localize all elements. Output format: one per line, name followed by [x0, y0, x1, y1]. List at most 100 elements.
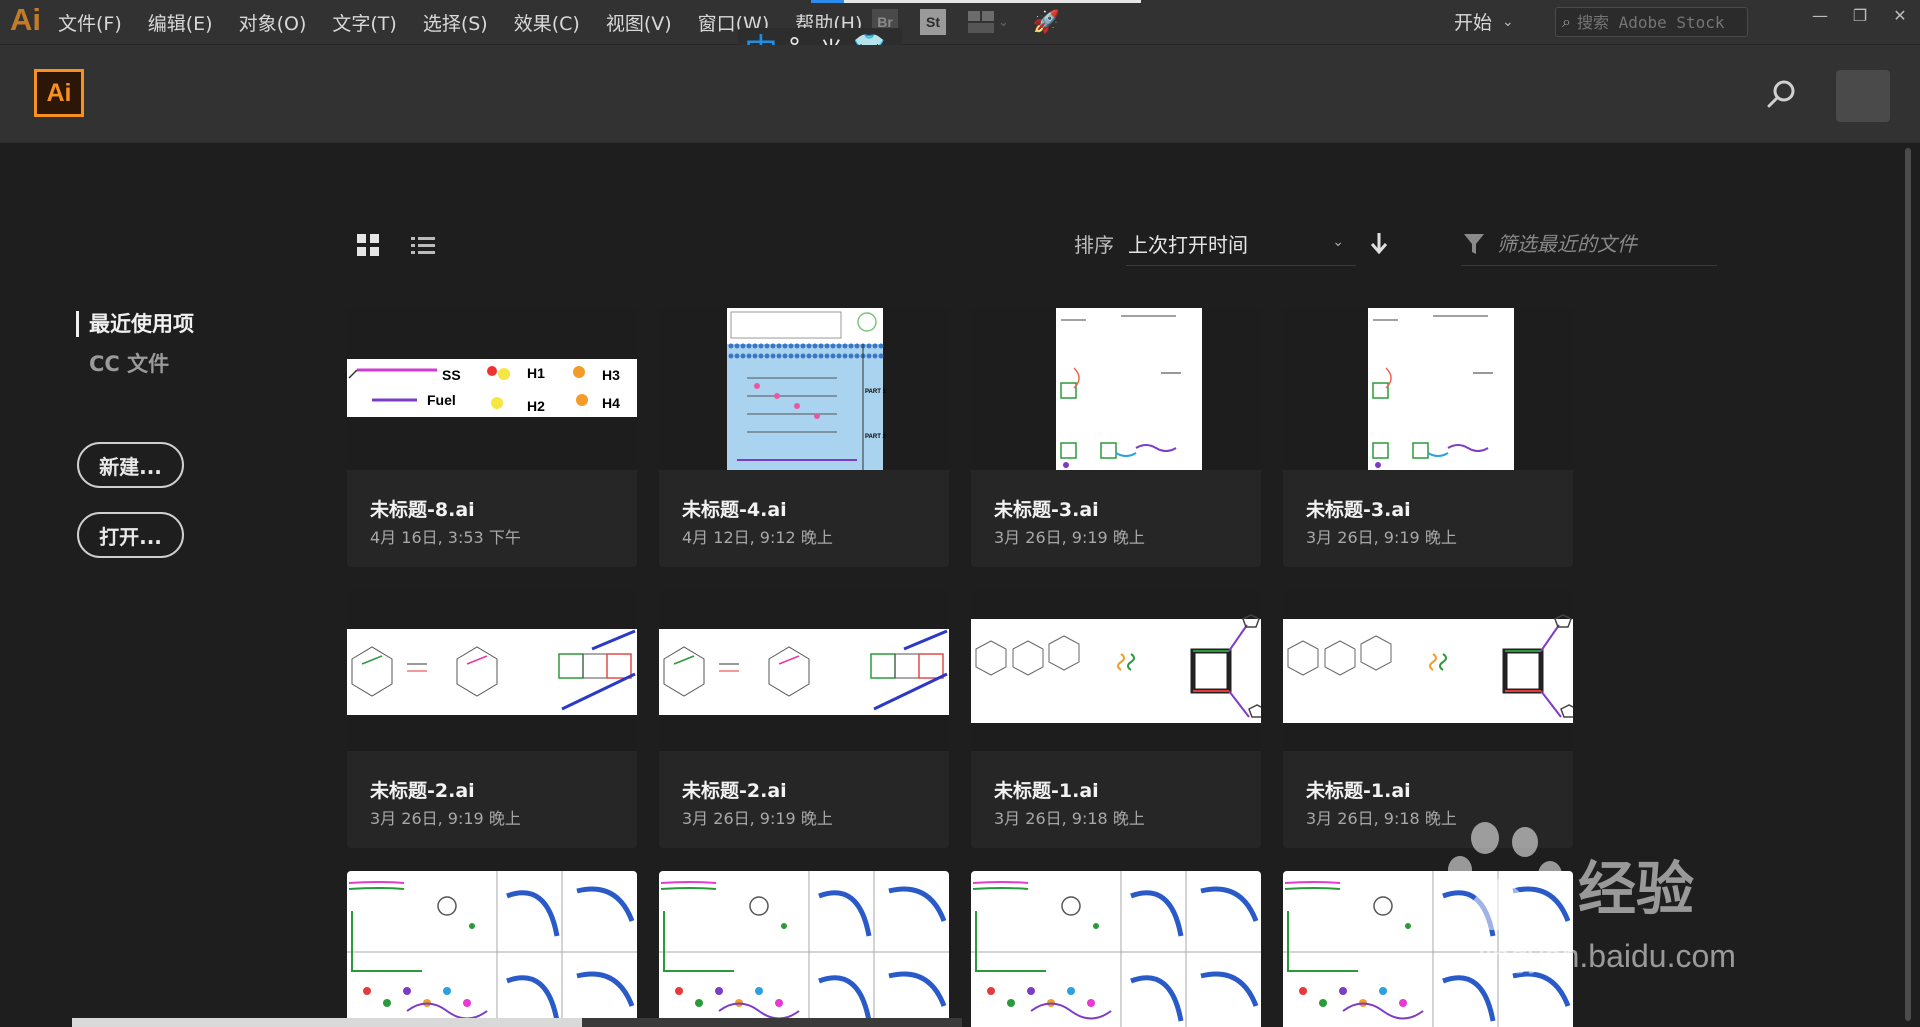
restore-button[interactable]: ❐ [1840, 0, 1880, 30]
vertical-scrollbar[interactable] [1905, 148, 1913, 1021]
filter-input[interactable] [1497, 230, 1707, 258]
file-date: 3月 26日, 9:18 晚上 [994, 809, 1145, 828]
thumb-label: PART 2 [865, 434, 887, 440]
file-card[interactable] [1283, 871, 1573, 1027]
thumb-label: Fuel [427, 392, 456, 408]
file-thumbnail[interactable] [971, 589, 1261, 751]
file-date: 3月 26日, 9:19 晚上 [1306, 528, 1457, 547]
sidebar: 最近使用项 CC 文件 新建... 打开... [0, 143, 320, 1027]
file-name: 未标题-1.ai [994, 780, 1099, 802]
avatar[interactable] [1836, 70, 1890, 122]
thumb-label: H3 [602, 367, 620, 383]
thumbnail-artwork [971, 871, 1261, 1027]
filter-icon [1464, 234, 1484, 254]
thumbnail-artwork [347, 871, 637, 1027]
menu-file[interactable]: 文件(F) [58, 9, 122, 36]
file-card[interactable]: 未标题-2.ai 3月 26日, 9:19 晚上 [347, 589, 637, 848]
thumbnail-artwork [347, 629, 637, 715]
search-icon: ⌕ [1562, 12, 1571, 31]
sort-dropdown[interactable]: 上次打开时间 ⌄ [1126, 222, 1356, 266]
file-name: 未标题-3.ai [994, 499, 1099, 521]
sort-value: 上次打开时间 [1128, 233, 1248, 257]
file-card[interactable]: SS H1 H3 Fuel H2 H4 未标题-8.ai 4月 16日, 3:53 下午 [347, 308, 637, 567]
file-card[interactable]: 未标题-2.ai 3月 26日, 9:19 晚上 [659, 589, 949, 848]
file-name: 未标题-2.ai [370, 780, 475, 802]
watermark-brand: 经验 [1578, 857, 1695, 922]
file-name: 未标题-1.ai [1306, 780, 1411, 802]
illustrator-logo: Ai [34, 69, 84, 117]
file-name: 未标题-2.ai [682, 780, 787, 802]
close-button[interactable]: ✕ [1880, 0, 1920, 30]
chevron-down-icon[interactable]: ⌄ [998, 15, 1009, 30]
thumbnail-artwork [971, 614, 1261, 723]
file-date: 3月 26日, 9:19 晚上 [370, 809, 521, 828]
gpu-performance-icon[interactable]: 🚀 [1033, 10, 1060, 35]
arrange-documents-icon[interactable] [968, 11, 994, 33]
minimize-button[interactable]: — [1800, 0, 1840, 30]
menu-bar: Ai 文件(F) 编辑(E) 对象(O) 文字(T) 选择(S) 效果(C) 视… [0, 0, 1920, 45]
thumbnail-artwork [1368, 308, 1514, 470]
chevron-down-icon: ⌄ [1502, 13, 1514, 30]
menu-view[interactable]: 视图(V) [606, 9, 672, 36]
stock-button[interactable]: St [920, 9, 946, 35]
file-card[interactable] [347, 871, 637, 1027]
thumbnail-artwork [659, 871, 949, 1027]
file-thumbnail[interactable] [659, 589, 949, 751]
file-name: 未标题-4.ai [682, 499, 787, 521]
workspace-switcher[interactable]: 开始 ⌄ [1454, 8, 1514, 35]
new-button[interactable]: 新建... [77, 442, 184, 488]
thumbnail-artwork [1283, 871, 1573, 1027]
window-controls: — ❐ ✕ [1800, 0, 1920, 30]
file-card[interactable]: 未标题-1.ai 3月 26日, 9:18 晚上 [971, 589, 1261, 848]
filter-box [1461, 222, 1717, 266]
file-thumbnail[interactable] [971, 871, 1261, 1027]
file-thumbnail[interactable] [971, 308, 1261, 470]
file-card[interactable] [659, 871, 949, 1027]
file-card[interactable] [971, 871, 1261, 1027]
stock-search-input[interactable] [1576, 12, 1727, 32]
file-card[interactable]: PART 1 PART 2 未标题-4.ai 4月 12日, 9:12 晚上 [659, 308, 949, 567]
file-thumbnail[interactable] [1283, 589, 1573, 751]
download-progress-bar [811, 0, 1141, 3]
file-thumbnail[interactable] [659, 871, 949, 1027]
menu-object[interactable]: 对象(O) [239, 9, 307, 36]
menu-type[interactable]: 文字(T) [332, 9, 396, 36]
nav-cc-files[interactable]: CC 文件 [89, 348, 169, 378]
file-thumbnail[interactable]: PART 1 PART 2 [659, 308, 949, 470]
thumbnail-artwork [1283, 614, 1573, 723]
menu-edit[interactable]: 编辑(E) [148, 9, 213, 36]
file-date: 4月 12日, 9:12 晚上 [682, 528, 833, 547]
file-card[interactable]: 未标题-3.ai 3月 26日, 9:19 晚上 [1283, 308, 1573, 567]
file-thumbnail[interactable] [347, 589, 637, 751]
file-card[interactable]: 未标题-1.ai 3月 26日, 9:18 晚上 [1283, 589, 1573, 848]
file-card[interactable]: 未标题-3.ai 3月 26日, 9:19 晚上 [971, 308, 1261, 567]
file-thumbnail[interactable]: SS H1 H3 Fuel H2 H4 [347, 308, 637, 470]
horizontal-scrollbar[interactable] [72, 1018, 962, 1027]
menu-effect[interactable]: 效果(C) [514, 9, 580, 36]
thumb-label: H4 [602, 395, 620, 411]
list-view-icon[interactable] [411, 235, 435, 257]
nav-recent[interactable]: 最近使用项 [76, 311, 194, 337]
file-thumbnail[interactable] [1283, 308, 1573, 470]
sort-direction-icon[interactable] [1370, 230, 1388, 256]
stock-search-box[interactable]: ⌕ [1555, 7, 1748, 37]
search-icon[interactable] [1767, 79, 1797, 109]
thumbnail-artwork: SS H1 H3 Fuel H2 H4 [347, 359, 637, 417]
app-logo-small: Ai [10, 2, 41, 37]
file-date: 3月 26日, 9:19 晚上 [994, 528, 1145, 547]
thumbnail-artwork: PART 1 PART 2 [727, 308, 887, 470]
thumb-label: H1 [527, 365, 545, 381]
open-button[interactable]: 打开... [77, 512, 184, 558]
thumbnail-artwork [1056, 308, 1202, 470]
file-date: 3月 26日, 9:19 晚上 [682, 809, 833, 828]
menu-select[interactable]: 选择(S) [423, 9, 488, 36]
file-thumbnail[interactable] [347, 871, 637, 1027]
chevron-down-icon: ⌄ [1332, 234, 1344, 250]
thumb-label: SS [442, 367, 461, 383]
grid-view-icon[interactable] [357, 234, 379, 256]
workspace-label: 开始 [1454, 12, 1493, 34]
thumb-label: PART 1 [865, 389, 887, 395]
file-date: 4月 16日, 3:53 下午 [370, 528, 521, 547]
file-date: 3月 26日, 9:18 晚上 [1306, 809, 1457, 828]
file-thumbnail[interactable] [1283, 871, 1573, 1027]
